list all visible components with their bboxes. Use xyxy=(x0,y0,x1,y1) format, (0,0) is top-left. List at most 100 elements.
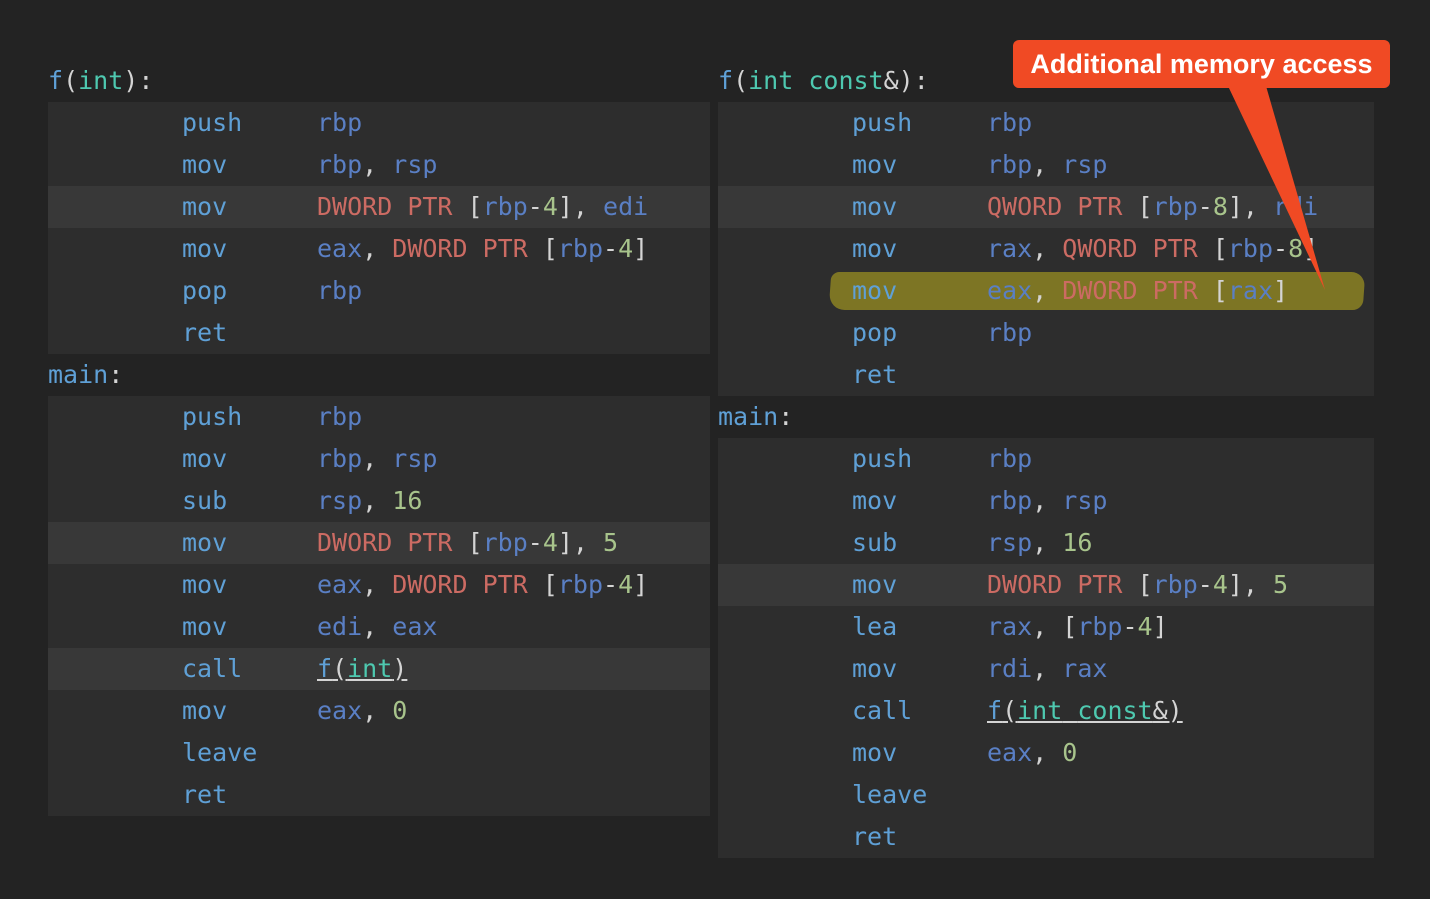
instruction-row: ret xyxy=(48,774,710,816)
mnemonic: leave xyxy=(182,738,258,767)
code-token: rsp xyxy=(987,528,1033,557)
call-target-link-token[interactable]: ) xyxy=(392,654,407,683)
operands: eax, DWORD PTR [rbp-4] xyxy=(317,564,648,606)
code-token: 0 xyxy=(392,696,408,725)
instruction-row: push rbp xyxy=(48,102,710,144)
instruction-row: mov rbp, rsp xyxy=(718,480,1374,522)
annotation-callout: Additional memory access xyxy=(1013,40,1390,88)
mnemonic: mov xyxy=(182,234,228,263)
code-token: eax xyxy=(317,696,363,725)
mnemonic: mov xyxy=(852,150,898,179)
mnemonic: mov xyxy=(182,444,228,473)
code-token: rbp xyxy=(317,444,363,473)
code-token: 4 xyxy=(1137,612,1153,641)
code-token: - xyxy=(1273,234,1289,263)
code-token: 4 xyxy=(1212,570,1228,599)
mnemonic: mov xyxy=(182,696,228,725)
operands: rsp, 16 xyxy=(987,522,1092,564)
operands: edi, eax xyxy=(317,606,437,648)
call-target-link-token[interactable] xyxy=(1062,696,1077,725)
code-token: f xyxy=(718,66,734,95)
code-token: , xyxy=(362,486,393,515)
code-token: , xyxy=(1032,486,1063,515)
code-token: , xyxy=(362,444,393,473)
code-token: main xyxy=(718,402,779,431)
code-block-f-int-const-ref: push rbp mov rbp, rsp mov QWORD PTR [rbp-8], … xyxy=(718,102,1374,396)
operands: rbp xyxy=(317,102,362,144)
instruction-row: mov rbp, rsp xyxy=(718,144,1374,186)
mnemonic: ret xyxy=(182,780,228,809)
code-token: , xyxy=(1032,150,1063,179)
mnemonic: mov xyxy=(852,654,898,683)
code-token: DWORD xyxy=(392,234,468,263)
code-token: rax xyxy=(987,234,1033,263)
code-token: ): xyxy=(123,66,154,95)
code-token: 8 xyxy=(1212,192,1228,221)
call-target-link-token[interactable]: f xyxy=(987,696,1002,725)
call-target-link-token[interactable]: f xyxy=(317,654,332,683)
code-token: rbp xyxy=(317,150,363,179)
operands: rbp, rsp xyxy=(987,144,1107,186)
code-token: 5 xyxy=(603,528,619,557)
function-label-main: main: xyxy=(718,396,1374,438)
code-token: ( xyxy=(63,66,79,95)
code-token: rbp xyxy=(317,402,363,431)
instruction-row: mov DWORD PTR [rbp-4], 5 xyxy=(718,564,1374,606)
mnemonic: push xyxy=(182,402,243,431)
code-token: PTR xyxy=(482,234,528,263)
right-assembly-panel: f(int const&): push rbp mov rbp, rsp mov QWOR… xyxy=(718,60,1374,858)
operands: DWORD PTR [rbp-4], 5 xyxy=(317,522,618,564)
mnemonic: sub xyxy=(852,528,898,557)
code-token: : xyxy=(778,402,794,431)
code-token: ] xyxy=(1273,276,1289,305)
code-token: eax xyxy=(317,234,363,263)
code-token: - xyxy=(1122,612,1138,641)
code-token: rbp xyxy=(557,234,604,263)
call-target-link-token[interactable]: const xyxy=(1077,696,1152,725)
code-token: rbp xyxy=(987,444,1033,473)
instruction-row: call f(int) xyxy=(48,648,710,690)
mnemonic: mov xyxy=(852,738,898,767)
call-target-link-token[interactable]: int xyxy=(1017,696,1062,725)
instruction-row: mov rax, QWORD PTR [rbp-8] xyxy=(718,228,1374,270)
mnemonic: mov xyxy=(852,192,898,221)
code-block-main: push rbp mov rbp, rsp sub rsp, 16 mov DWORD PTR… xyxy=(718,438,1374,858)
instruction-row: pop rbp xyxy=(718,312,1374,354)
code-token: PTR xyxy=(1077,192,1123,221)
instruction-row: pop rbp xyxy=(48,270,710,312)
code-token: 0 xyxy=(1062,738,1078,767)
instruction-row: mov QWORD PTR [rbp-8], rdi xyxy=(718,186,1374,228)
code-token: : xyxy=(108,360,124,389)
mnemonic: mov xyxy=(182,612,228,641)
instruction-row: push rbp xyxy=(718,102,1374,144)
left-assembly-panel: f(int): push rbp mov rbp, rsp mov DWORD PTR [… xyxy=(48,60,710,816)
code-token: PTR xyxy=(407,192,453,221)
call-target-link-token[interactable]: ( xyxy=(332,654,347,683)
call-target-link-token[interactable]: int xyxy=(347,654,392,683)
call-target-link-token[interactable]: &) xyxy=(1153,696,1183,725)
code-token: PTR xyxy=(1152,276,1198,305)
code-token: ] xyxy=(633,234,649,263)
code-token: f xyxy=(48,66,64,95)
code-token: main xyxy=(48,360,109,389)
code-token: 4 xyxy=(618,570,634,599)
code-token: ] xyxy=(1152,612,1168,641)
instruction-row: leave xyxy=(718,774,1374,816)
function-label-f-int: f(int): xyxy=(48,60,710,102)
code-token: rbp xyxy=(987,108,1033,137)
code-token: rsp xyxy=(317,486,363,515)
mnemonic: ret xyxy=(182,318,228,347)
code-token: [ xyxy=(527,570,558,599)
mnemonic: mov xyxy=(182,192,228,221)
instruction-row: mov eax, DWORD PTR [rbp-4] xyxy=(48,564,710,606)
code-token: edi xyxy=(317,612,363,641)
call-target-link-token[interactable]: ( xyxy=(1002,696,1017,725)
instruction-row: mov edi, eax xyxy=(48,606,710,648)
code-token: rsp xyxy=(392,150,438,179)
code-token: edi xyxy=(603,192,649,221)
instruction-row: mov eax, 0 xyxy=(718,732,1374,774)
code-token: [ xyxy=(452,528,483,557)
